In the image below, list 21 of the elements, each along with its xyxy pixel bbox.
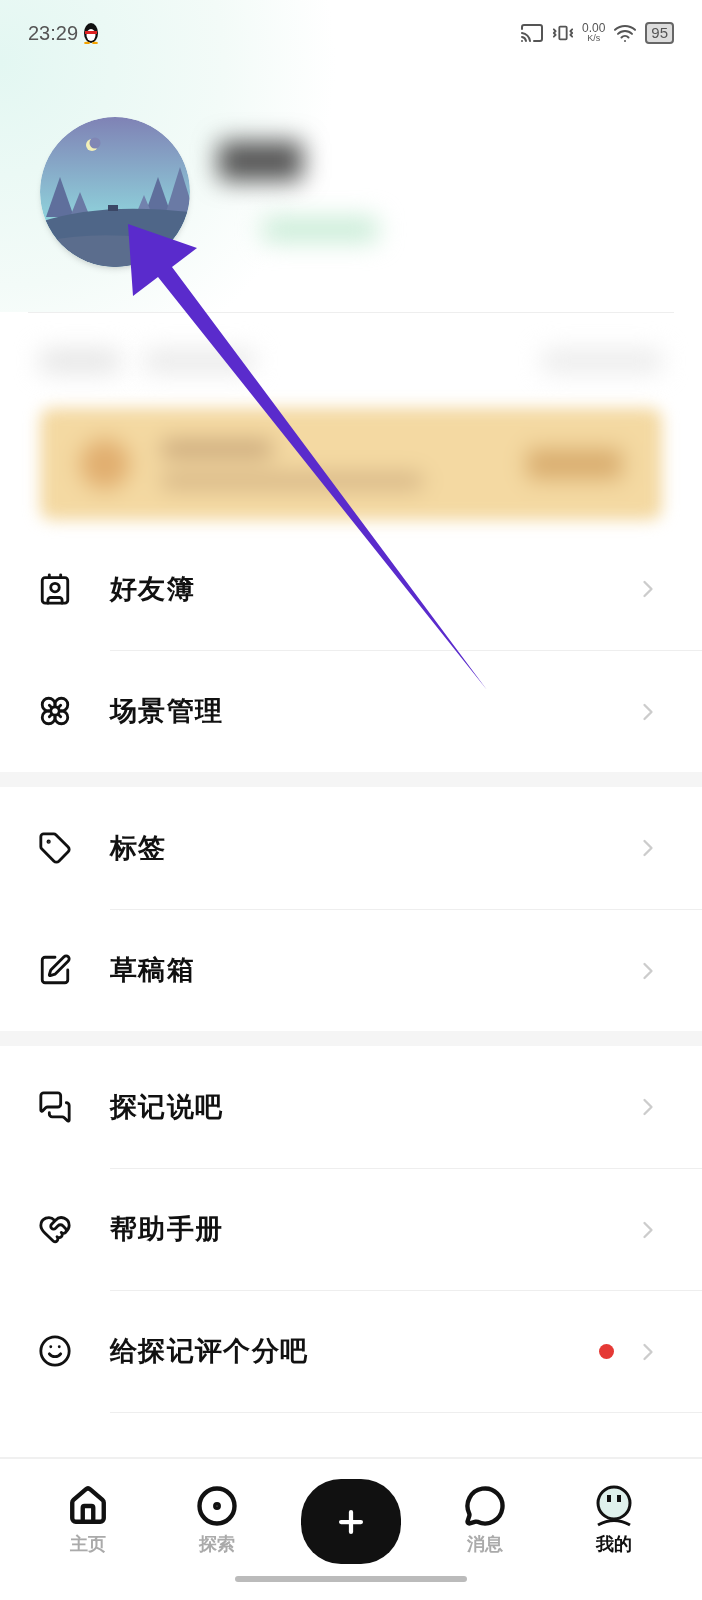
menu-item[interactable]: 标签 — [110, 787, 702, 909]
network-unit: K/s — [587, 34, 601, 43]
menu-item[interactable]: 好友簿 — [110, 528, 702, 650]
chat-bubbles-icon — [38, 1090, 72, 1124]
penguin-icon — [82, 21, 101, 44]
menu-item[interactable]: 场景管理 — [110, 650, 702, 772]
menu-item[interactable]: 帮助手册 — [110, 1168, 702, 1290]
menu-item[interactable]: 给探记评个分吧 — [110, 1290, 702, 1412]
edit-icon — [38, 953, 72, 987]
tag-icon — [38, 831, 72, 865]
clock: 23:29 — [28, 20, 79, 46]
speech-bubble-icon — [463, 1485, 506, 1527]
flower-icon — [38, 694, 72, 728]
battery: 95 — [645, 21, 674, 44]
target-icon — [196, 1485, 239, 1527]
contact-book-icon — [38, 572, 72, 606]
network-speed: 0.00 — [581, 22, 606, 34]
smiley-icon — [38, 1334, 72, 1368]
menu-item[interactable]: 探记说吧 — [110, 1046, 702, 1168]
nav-tab[interactable]: 我的 — [568, 1485, 659, 1558]
menu-item[interactable]: 草稿箱 — [110, 909, 702, 1031]
